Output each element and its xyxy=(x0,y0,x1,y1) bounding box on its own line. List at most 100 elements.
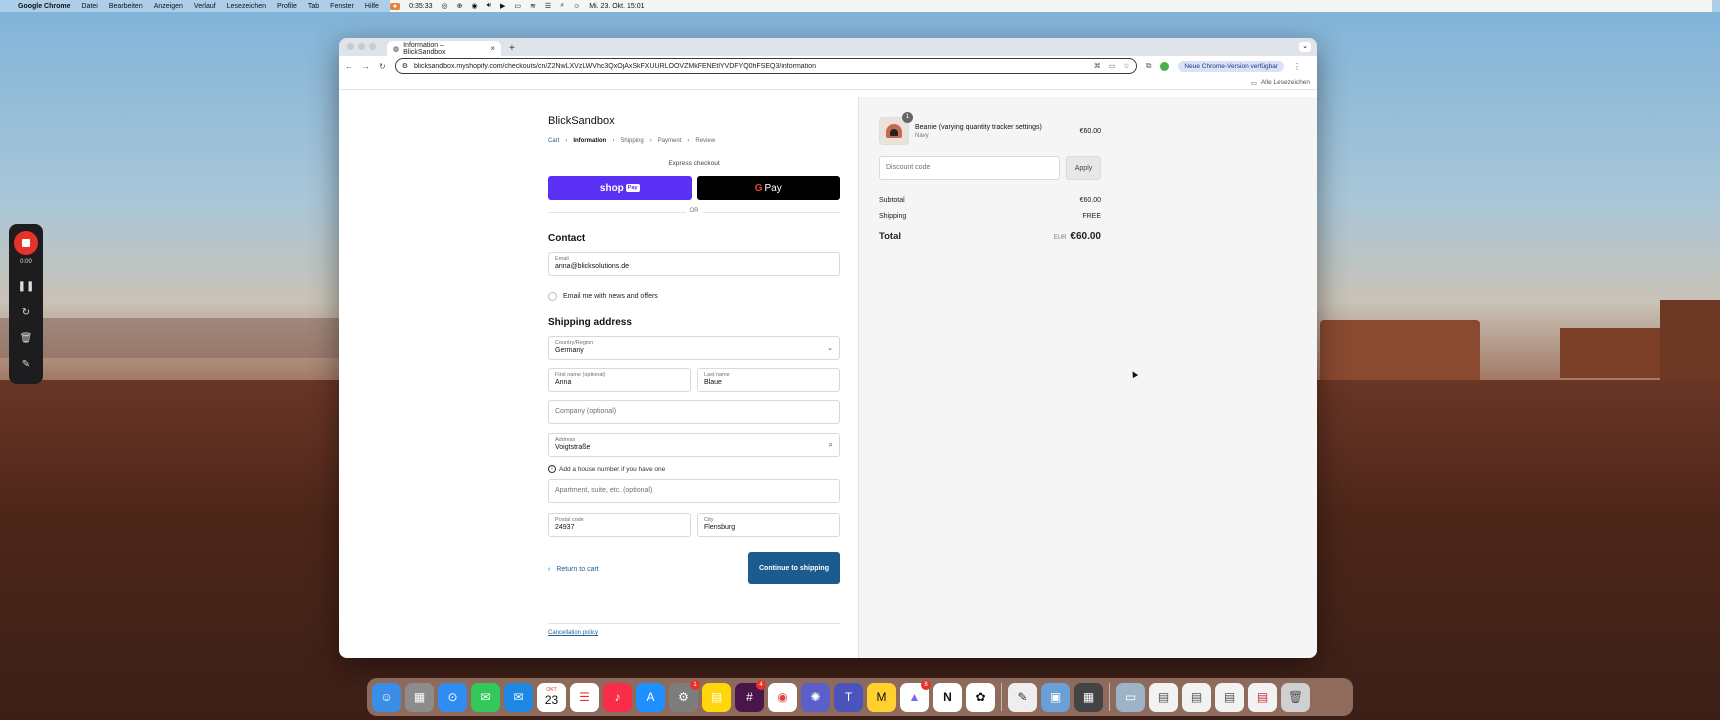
teams-icon[interactable]: T xyxy=(834,682,863,712)
finder-icon[interactable]: ☺ xyxy=(372,682,401,712)
document-thumbnail-icon[interactable]: ▭ xyxy=(1116,682,1145,712)
newsletter-checkbox[interactable] xyxy=(548,292,557,301)
company-field[interactable]: Company (optional) xyxy=(548,400,840,424)
new-tab-button[interactable]: + xyxy=(509,43,515,54)
maximize-window-button[interactable] xyxy=(369,43,376,50)
newsletter-checkbox-row[interactable]: Email me with news and offers xyxy=(548,292,840,301)
bookmark-star-icon[interactable]: ☆ xyxy=(1123,62,1129,70)
breadcrumb-cart[interactable]: Cart xyxy=(548,138,559,144)
notes-icon[interactable]: ▤ xyxy=(702,682,731,712)
pen-icon[interactable]: ✎ xyxy=(22,351,30,377)
newsletter-label[interactable]: Email me with news and offers xyxy=(563,293,658,300)
tab-information[interactable]: ◍ Information – BlickSandbox × xyxy=(387,41,501,56)
reminders-icon[interactable]: ☰ xyxy=(570,682,599,712)
address-bar[interactable]: ⚙︎ blicksandbox.myshopify.com/checkouts/… xyxy=(394,58,1137,74)
minimize-window-button[interactable] xyxy=(358,43,365,50)
chrome-update-button[interactable]: Neue Chrome-Version verfügbar xyxy=(1178,60,1284,72)
mouse-cursor xyxy=(1129,369,1139,379)
menu-fenster[interactable]: Fenster xyxy=(330,3,354,10)
menu-profile[interactable]: Profile xyxy=(277,3,297,10)
translate-icon[interactable]: ⌘ xyxy=(1094,62,1101,70)
status-icon[interactable]: ◎ xyxy=(442,2,448,10)
slack-icon[interactable]: #4 xyxy=(735,679,766,712)
user-icon[interactable]: ☺ xyxy=(573,3,580,10)
express-checkout-label: Express checkout xyxy=(668,160,720,167)
reload-icon[interactable]: ↻ xyxy=(379,62,386,71)
continue-to-shipping-button[interactable]: Continue to shipping xyxy=(748,552,840,584)
menu-datei[interactable]: Datei xyxy=(82,3,98,10)
menu-app-name[interactable]: Google Chrome xyxy=(18,3,71,10)
menu-hilfe[interactable]: Hilfe xyxy=(365,3,379,10)
calendar-icon[interactable]: OKT 23 xyxy=(537,682,566,712)
document-thumbnail-icon[interactable]: ▤ xyxy=(1182,682,1211,712)
store-name[interactable]: BlickSandbox xyxy=(548,115,840,127)
preview-icon[interactable]: ▣ xyxy=(1041,682,1070,712)
back-arrow-icon[interactable]: ← xyxy=(345,62,353,71)
extensions-icon[interactable]: ⧉ xyxy=(1146,61,1152,71)
menu-tab[interactable]: Tab xyxy=(308,3,319,10)
forward-arrow-icon[interactable]: → xyxy=(362,62,370,71)
textedit-icon[interactable]: ✎ xyxy=(1008,682,1037,712)
discount-code-input[interactable]: Discount code xyxy=(879,156,1060,180)
messages-icon[interactable]: ✉ xyxy=(471,682,500,712)
menu-lesezeichen[interactable]: Lesezeichen xyxy=(227,3,266,10)
app-store-icon[interactable]: A xyxy=(636,682,665,712)
first-name-field[interactable]: First name (optional) Anna xyxy=(548,368,691,392)
close-tab-icon[interactable]: × xyxy=(490,44,495,53)
postal-code-field[interactable]: Postal code 24937 xyxy=(548,513,691,537)
close-window-button[interactable] xyxy=(347,43,354,50)
notion-icon[interactable]: N xyxy=(933,682,962,712)
site-info-icon[interactable]: ⚙︎ xyxy=(402,62,408,70)
tab-search-chevron-icon[interactable]: ⌄ xyxy=(1299,42,1311,52)
menu-bearbeiten[interactable]: Bearbeiten xyxy=(109,3,143,10)
document-thumbnail-icon[interactable]: ▤ xyxy=(1248,682,1277,712)
menu-verlauf[interactable]: Verlauf xyxy=(194,3,216,10)
status-icon[interactable]: ◉ xyxy=(472,2,478,10)
miro-icon[interactable]: M xyxy=(867,682,896,712)
profile-avatar[interactable] xyxy=(1160,61,1170,71)
clickup-icon[interactable]: ▲ 8 xyxy=(900,679,931,712)
play-icon[interactable]: ▶︎ xyxy=(500,2,505,10)
search-icon[interactable]: ⌕ xyxy=(560,2,564,10)
address-field[interactable]: Address Voigtstraße ⌕ xyxy=(548,433,840,457)
system-settings-icon[interactable]: ⚙ 1 xyxy=(669,679,700,712)
card-icon[interactable]: ▭ xyxy=(1109,62,1116,70)
wifi-icon[interactable]: ≋ xyxy=(530,2,536,10)
chrome-icon[interactable]: ◉ xyxy=(768,682,797,712)
chatgpt-icon[interactable]: ✿ xyxy=(966,682,995,712)
apply-button[interactable]: Apply xyxy=(1066,156,1101,180)
trash-icon[interactable]: 🗑︎ xyxy=(20,325,33,351)
shop-pay-button[interactable]: shop Pay xyxy=(548,176,692,200)
pause-icon[interactable]: ❚❚ xyxy=(18,273,35,299)
trash-icon[interactable]: 🗑︎ xyxy=(1281,682,1310,712)
calculator-icon[interactable]: ▦ xyxy=(1074,682,1103,712)
cancellation-policy-link[interactable]: Cancellation policy xyxy=(548,630,840,636)
email-field[interactable]: Email anna@blicksolutions.de xyxy=(548,252,840,276)
music-icon[interactable]: ♪ xyxy=(603,682,632,712)
google-pay-button[interactable]: G Pay xyxy=(696,176,840,200)
battery-icon[interactable]: ▭ xyxy=(514,2,521,10)
mail-icon[interactable]: ✉ xyxy=(504,682,533,712)
restart-icon[interactable]: ↻ xyxy=(22,299,30,325)
control-center-icon[interactable]: ☰ xyxy=(545,2,551,10)
apartment-field[interactable]: Apartment, suite, etc. (optional) xyxy=(548,479,840,503)
last-name-field[interactable]: Last name Blaue xyxy=(697,368,840,392)
document-thumbnail-icon[interactable]: ▤ xyxy=(1149,682,1178,712)
safari-icon[interactable]: ⊙ xyxy=(438,682,467,712)
country-select[interactable]: Country/Region Germany ⌄ xyxy=(548,336,840,360)
stop-recording-button[interactable] xyxy=(14,231,38,255)
more-menu-icon[interactable]: ⋮ xyxy=(1293,62,1301,71)
status-icon[interactable]: ⊕ xyxy=(457,2,463,10)
volume-icon[interactable]: 🔊︎ xyxy=(487,2,491,10)
all-bookmarks-link[interactable]: Alle Lesezeichen xyxy=(1261,79,1310,86)
city-field[interactable]: City Flensburg xyxy=(697,513,840,537)
app-icon[interactable]: ✺ xyxy=(801,682,830,712)
document-thumbnail-icon[interactable]: ▤ xyxy=(1215,682,1244,712)
divider xyxy=(548,623,840,624)
clock[interactable]: Mi. 23. Okt. 15:01 xyxy=(589,3,644,10)
url-text[interactable]: blicksandbox.myshopify.com/checkouts/cn/… xyxy=(414,63,1088,70)
menu-anzeigen[interactable]: Anzeigen xyxy=(154,3,183,10)
launchpad-icon[interactable]: ▦ xyxy=(405,682,434,712)
recording-indicator-icon[interactable]: ● xyxy=(389,2,401,10)
return-to-cart-label[interactable]: Return to cart xyxy=(556,566,598,573)
